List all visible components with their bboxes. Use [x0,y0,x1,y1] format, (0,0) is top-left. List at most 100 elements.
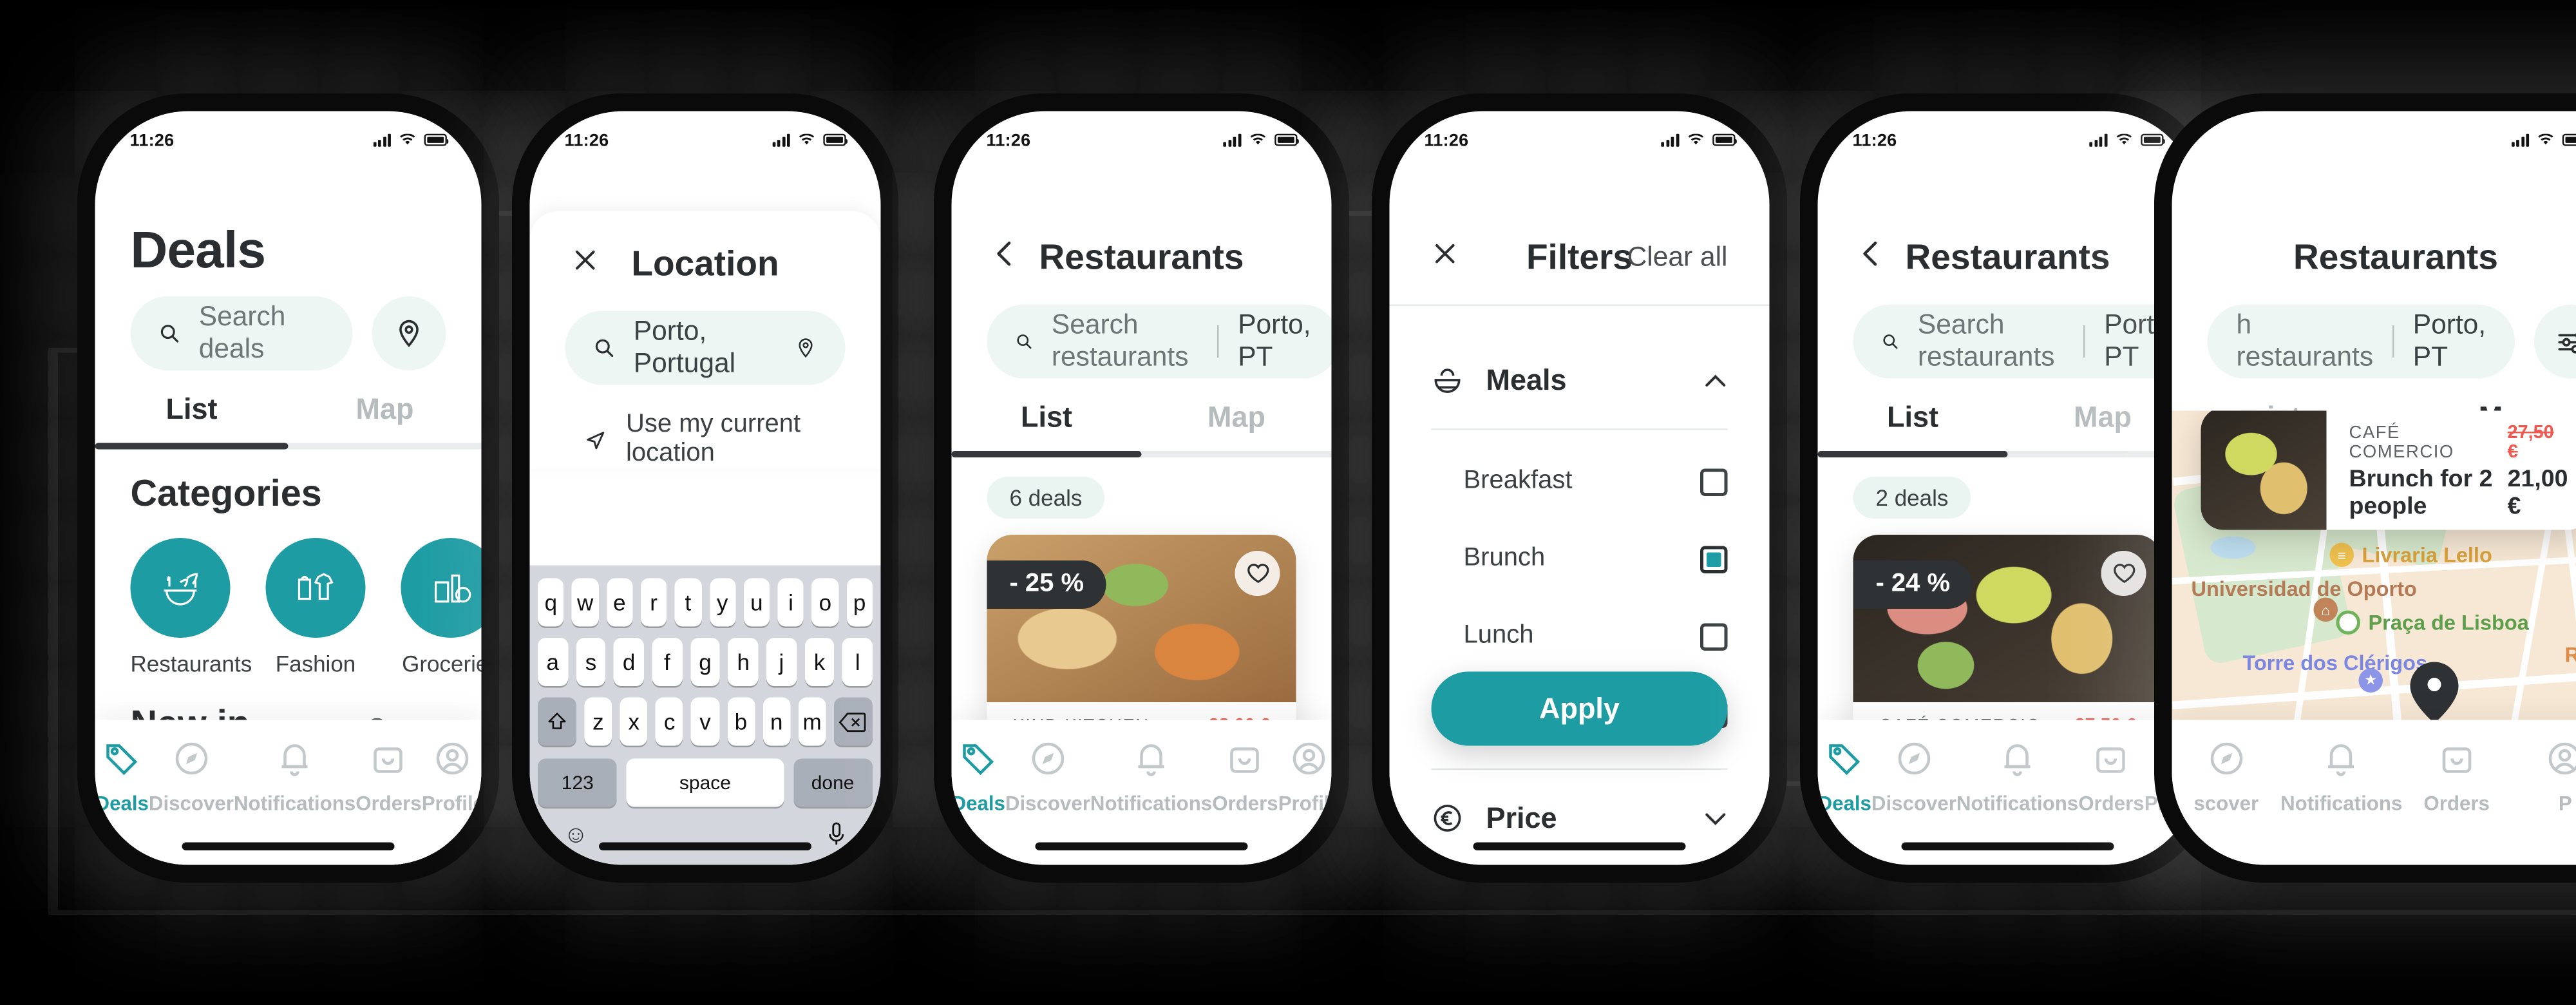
bottom-nav-discover[interactable]: Discover [1871,740,1956,815]
map-pin-icon[interactable] [795,335,816,361]
location-search-value: Porto, Portugal [633,316,736,379]
bottom-nav-orders[interactable]: Orders [1212,740,1278,815]
key-s[interactable]: s [576,638,606,686]
close-button[interactable] [1432,240,1459,276]
key-c[interactable]: c [656,697,684,746]
key-e[interactable]: e [606,578,633,627]
bottom-nav-deals[interactable]: Deals [1818,740,1871,815]
clear-all-button[interactable]: Clear all [1627,242,1728,274]
filter-option-brunch[interactable]: Brunch [1390,521,1770,598]
microphone-icon[interactable] [826,821,848,847]
key-v[interactable]: v [691,697,719,746]
filter-group-price[interactable]: Price [1390,770,1770,865]
close-button[interactable] [572,247,600,282]
key-r[interactable]: r [640,578,667,627]
backspace-key[interactable] [833,697,873,746]
key-b[interactable]: b [726,697,755,746]
filter-option-label: Breakfast [1463,467,1573,495]
key-h[interactable]: h [728,638,759,686]
key-d[interactable]: d [614,638,644,686]
key-q[interactable]: q [538,578,564,627]
apply-button[interactable]: Apply [1431,671,1728,746]
search-placeholder: Search deals [198,301,286,365]
search-input[interactable]: Search restaurants Porto, PT [987,304,1332,379]
key-k[interactable]: k [804,638,835,686]
search-input[interactable]: Search restaurants Porto, PT [1853,304,2198,379]
key-z[interactable]: z [584,697,612,746]
bottom-nav-notifications[interactable]: Notifications [2280,740,2403,815]
emoji-icon[interactable]: ☺ [564,821,588,849]
bottom-nav-notifications[interactable]: Notifications [1090,740,1212,815]
key-u[interactable]: u [743,578,770,627]
chevron-down-icon[interactable] [1703,811,1728,826]
checkbox-brunch[interactable] [1700,545,1728,573]
category-groceries[interactable]: Groceries [401,538,482,676]
chevron-up-icon[interactable] [1703,373,1728,388]
key-m[interactable]: m [798,697,826,746]
tab-list[interactable]: List [95,393,289,443]
location-button[interactable] [372,296,446,370]
bottom-nav-discover[interactable]: scover [2172,740,2281,815]
filters-button[interactable] [2535,304,2576,379]
search-input[interactable]: Search deals [130,296,353,370]
key-t[interactable]: t [675,578,701,627]
tab-map[interactable]: Map [289,393,482,443]
checkbox-breakfast[interactable] [1700,468,1728,495]
map-deal-card[interactable]: CAFÉ COMERCIO 27,50 € Brunch for 2 peopl… [2201,410,2576,530]
search-input[interactable]: h restaurants Porto, PT [2207,304,2516,379]
done-key[interactable]: done [793,758,873,807]
search-location[interactable]: Porto, PT [1238,309,1311,374]
screens-flow-board: 11:26 Deals Search deals List Map Catego… [0,0,2576,1005]
bottom-nav-orders[interactable]: Orders [355,740,422,815]
map-pin-kind-kitchen[interactable]: Kind Kitchen [2410,662,2459,720]
tab-list[interactable]: List [952,401,1142,452]
map-canvas[interactable]: Moreclub Y ▬ Internacional ≡ Livraria Le… [2172,410,2576,720]
category-fashion[interactable]: Fashion [265,538,366,676]
key-n[interactable]: n [762,697,791,746]
filter-group-meals[interactable]: Meals [1390,332,1770,428]
location-search-input[interactable]: Porto, Portugal [565,311,846,385]
tab-map[interactable]: Map [1142,401,1332,452]
favorite-button[interactable] [2101,551,2146,596]
checkbox-lunch[interactable] [1700,622,1728,650]
bottom-nav-discover[interactable]: Discover [1005,740,1090,815]
bottom-nav-discover[interactable]: Discover [149,740,234,815]
back-button[interactable] [1860,240,1882,276]
bottom-nav-deals[interactable]: Deals [952,740,1005,815]
categories-heading: Categories [130,472,322,514]
back-button[interactable] [994,240,1016,276]
tab-list[interactable]: List [1818,401,2008,452]
view-tabs: List Map [952,401,1332,452]
bottom-nav-profile[interactable]: Profile [422,740,482,815]
bottom-nav-deals[interactable]: Deals [95,740,149,815]
key-l[interactable]: l [842,638,873,686]
key-p[interactable]: p [846,578,873,627]
search-location[interactable]: Porto, PT [2413,309,2486,374]
bottom-nav-notifications[interactable]: Notifications [234,740,355,815]
key-f[interactable]: f [652,638,683,686]
key-a[interactable]: a [537,638,568,686]
key-w[interactable]: w [572,578,599,627]
key-g[interactable]: g [690,638,721,686]
screen-restaurants: 11:26 Restaurants Search restaurants Por… [951,111,1332,865]
space-key[interactable]: space [627,758,784,807]
bottom-nav-label: Notifications [2280,792,2403,815]
key-y[interactable]: y [709,578,735,627]
bottom-nav-profile[interactable]: P [2511,740,2576,815]
key-o[interactable]: o [811,578,838,627]
filter-option-label: Lunch [1463,622,1534,649]
favorite-button[interactable] [1235,551,1280,596]
category-restaurants[interactable]: Restaurants [130,538,252,676]
filter-option-lunch[interactable]: Lunch [1390,598,1770,675]
bottom-nav-orders[interactable]: Orders [2078,740,2145,815]
shift-key[interactable] [538,697,576,746]
key-j[interactable]: j [766,638,797,686]
numeric-key[interactable]: 123 [538,758,618,807]
bottom-nav-notifications[interactable]: Notifications [1956,740,2078,815]
bottom-nav-orders[interactable]: Orders [2402,740,2511,815]
filter-option-breakfast[interactable]: Breakfast [1390,443,1770,521]
key-x[interactable]: x [620,697,648,746]
bottom-nav-profile[interactable]: Profile [1278,740,1332,815]
key-i[interactable]: i [777,578,804,627]
use-current-location-row[interactable]: Use my current location [530,385,881,469]
